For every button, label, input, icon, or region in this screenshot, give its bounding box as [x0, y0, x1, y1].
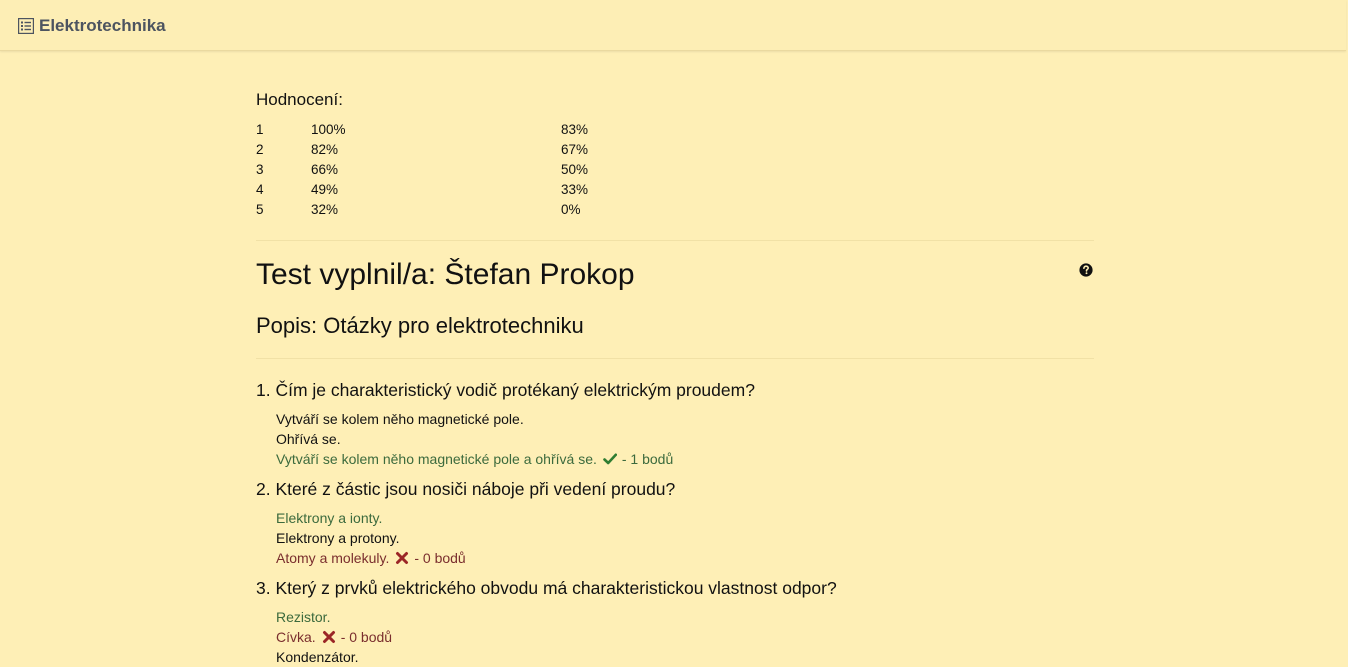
answer-option: Cívka. - 0 bodů	[276, 627, 1094, 647]
test-title: Test vyplnil/a: Štefan Prokop	[256, 258, 635, 291]
answer-option: Elektrony a protony.	[276, 528, 1094, 548]
grade-threshold-a: 32%	[311, 202, 339, 217]
test-description: Popis: Otázky pro elektrotechniku	[256, 313, 584, 338]
answer-text: Vytváří se kolem něho magnetické pole.	[276, 411, 524, 427]
grade-value: 4	[256, 182, 264, 197]
question-item: 3. Který z prvků elektrického obvodu má …	[256, 576, 1094, 667]
answer-text: Elektrony a ionty.	[276, 510, 383, 526]
answer-option: Vytváří se kolem něho magnetické pole.	[276, 409, 1094, 429]
cross-icon	[322, 631, 335, 643]
grade-threshold-b: 33%	[561, 182, 589, 197]
check-icon	[603, 453, 617, 465]
answer-option: Vytváří se kolem něho magnetické pole a …	[276, 449, 1094, 469]
grade-threshold-a: 66%	[311, 162, 339, 177]
question-title: 1. Čím je charakteristický vodič protéka…	[256, 380, 755, 400]
grade-value: 1	[256, 122, 264, 137]
grading-row: 5 32% 0%	[256, 200, 656, 220]
answer-option: Rezistor.	[276, 607, 1094, 627]
question-title: 2. Které z částic jsou nosiči náboje při…	[256, 479, 676, 499]
grade-value: 2	[256, 142, 264, 157]
question-circle-icon[interactable]	[1079, 263, 1093, 277]
answer-option: Elektrony a ionty.	[276, 508, 1094, 528]
answer-text: Rezistor.	[276, 609, 331, 625]
grade-threshold-a: 82%	[311, 142, 339, 157]
points-label: - 0 bodů	[414, 550, 466, 566]
brand-link[interactable]: Elektrotechnika	[18, 14, 166, 38]
grading-row: 2 82% 67%	[256, 140, 656, 160]
answer-list: Rezistor. Cívka. - 0 bodů Kondenzátor.	[276, 607, 1094, 667]
answer-option: Atomy a molekuly. - 0 bodů	[276, 548, 1094, 568]
grading-row: 3 66% 50%	[256, 160, 656, 180]
grading-row: 1 100% 83%	[256, 120, 656, 140]
points-label: - 1 bodů	[621, 451, 674, 467]
points-label: - 0 bodů	[340, 629, 393, 645]
question-item: 2. Které z částic jsou nosiči náboje při…	[256, 477, 1094, 568]
answer-list: Elektrony a ionty. Elektrony a protony. At…	[276, 508, 1094, 568]
list-icon	[18, 18, 34, 34]
answer-option: Kondenzátor.	[276, 647, 1094, 667]
grade-threshold-b: 0%	[561, 202, 581, 217]
grading-table: 1 100% 83% 2 82% 67% 3 66% 50% 4 49% 33% 5 32% 0%	[256, 120, 656, 220]
brand-label: Elektrotechnika	[39, 16, 166, 35]
answer-text: Kondenzátor.	[276, 649, 359, 665]
grade-value: 5	[256, 202, 264, 217]
question-title: 3. Který z prvků elektrického obvodu má …	[256, 578, 837, 598]
grade-threshold-a: 49%	[311, 182, 339, 197]
answer-list: Vytváří se kolem něho magnetické pole. Oh…	[276, 409, 1094, 469]
grade-value: 3	[256, 162, 264, 177]
grade-threshold-b: 67%	[561, 142, 589, 157]
grading-row: 4 49% 33%	[256, 180, 656, 200]
grading-title: Hodnocení:	[256, 90, 343, 109]
answer-option: Ohřívá se.	[276, 429, 1094, 449]
divider	[256, 358, 1094, 359]
answer-text: Cívka.	[276, 629, 316, 645]
answer-text: Elektrony a protony.	[276, 530, 400, 546]
answer-text: Atomy a molekuly.	[276, 550, 390, 566]
grade-threshold-b: 83%	[561, 122, 589, 137]
answer-text: Vytváří se kolem něho magnetické pole a …	[276, 451, 597, 467]
divider	[256, 240, 1094, 241]
grade-threshold-a: 100%	[311, 122, 346, 137]
answer-text: Ohřívá se.	[276, 431, 341, 447]
navbar: Elektrotechnika	[0, 0, 1346, 51]
grade-threshold-b: 50%	[561, 162, 589, 177]
cross-icon	[396, 552, 409, 564]
question-item: 1. Čím je charakteristický vodič protéka…	[256, 378, 1094, 469]
